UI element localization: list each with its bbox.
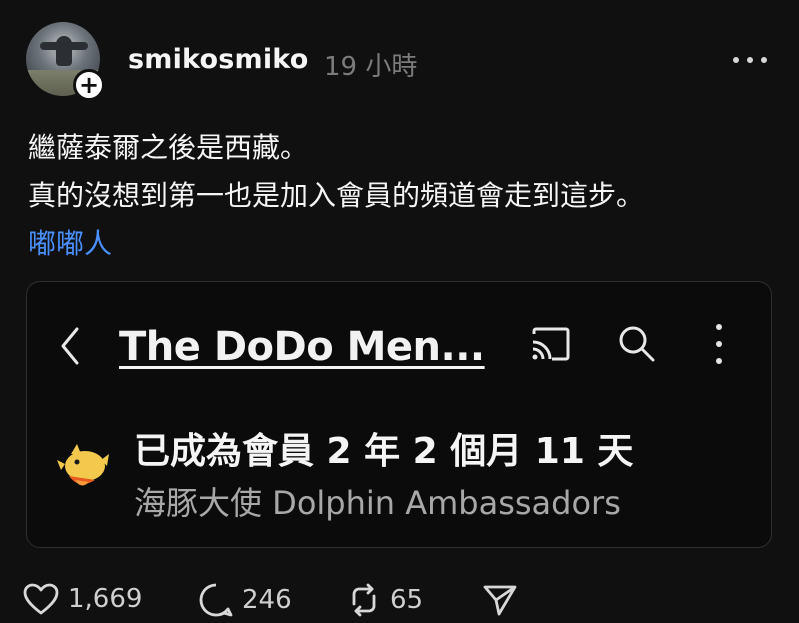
post-text-line-2: 真的沒想到第一也是加入會員的頻道會走到這步。 [28,179,645,212]
cast-icon[interactable] [530,326,572,362]
channel-title[interactable]: The DoDo Men... [119,324,485,370]
username[interactable]: smikosmiko [128,44,308,75]
heart-icon [23,583,59,615]
embedded-screenshot-card[interactable]: The DoDo Men... 已成為會員 2 年 2 個月 11 天 海豚大使… [26,281,772,548]
comment-count: 246 [242,585,292,615]
post-text-line-1: 繼薩泰爾之後是西藏。 [28,131,309,164]
like-count: 1,669 [68,584,143,614]
follow-plus-icon[interactable]: + [73,69,105,101]
comment-icon [199,583,233,617]
avatar-figure [56,36,72,66]
repost-icon [352,583,376,617]
share-icon [483,585,517,616]
mention-link[interactable]: 嘟嘟人 [28,222,112,262]
back-icon[interactable] [59,326,81,366]
post-actions: 1,669 246 65 [22,582,582,618]
repost-button[interactable]: 65 [346,582,423,618]
more-vertical-icon[interactable] [709,324,729,364]
like-button[interactable]: 1,669 [22,582,142,616]
search-icon[interactable] [617,324,657,364]
post-timestamp: 19 小時 [324,52,418,82]
comment-button[interactable]: 246 [198,582,292,618]
repost-count: 65 [390,585,424,615]
membership-badge-name: 海豚大使 Dolphin Ambassadors [134,484,621,522]
dolphin-badge-icon [55,440,111,492]
more-options-icon[interactable] [733,50,767,70]
membership-duration: 已成為會員 2 年 2 個月 11 天 [134,431,634,472]
share-button[interactable] [482,582,518,618]
